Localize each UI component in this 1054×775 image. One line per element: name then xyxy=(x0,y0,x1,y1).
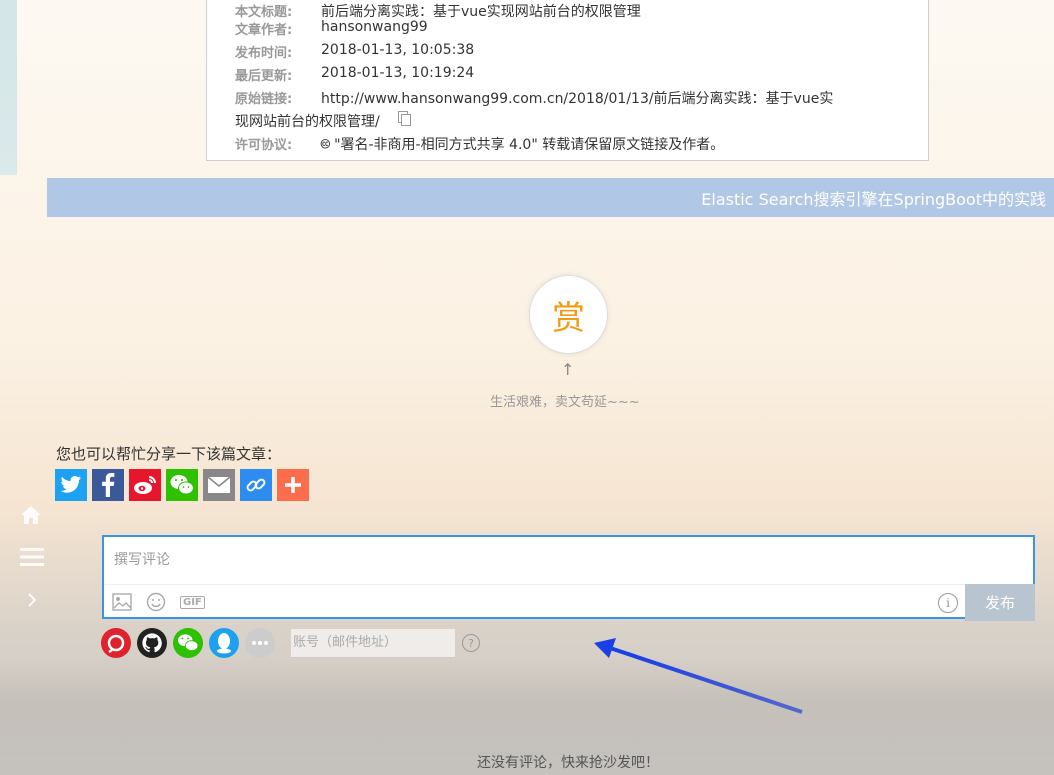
share-twitter-button[interactable] xyxy=(55,469,87,501)
account-input[interactable] xyxy=(291,628,455,658)
next-post-link[interactable]: Elastic Search搜索引擎在SpringBoot中的实践 xyxy=(47,178,1054,217)
help-icon[interactable]: ? xyxy=(462,634,480,652)
share-more-button[interactable] xyxy=(277,469,309,501)
license-value: hansonwang99 xyxy=(321,19,428,35)
wechat-icon xyxy=(170,475,194,495)
weibo-icon xyxy=(134,476,156,494)
license-key: 本文标题: xyxy=(235,5,293,20)
menu-icon[interactable] xyxy=(20,547,44,571)
license-key: 许可协议: xyxy=(235,138,293,153)
license-published-row: 发布时间: 2018-01-13, 10:05:38 xyxy=(235,42,474,61)
next-post-label: Elastic Search搜索引擎在SpringBoot中的实践 xyxy=(701,189,1046,209)
plus-icon xyxy=(285,477,301,493)
license-author-row: 文章作者: hansonwang99 xyxy=(235,19,428,38)
chevron-right-icon[interactable] xyxy=(27,592,37,612)
info-icon[interactable]: i xyxy=(938,593,958,613)
copy-icon[interactable] xyxy=(397,111,411,126)
license-value: 前后端分离实践：基于vue实现网站前台的权限管理 xyxy=(321,4,641,20)
license-license-row: 许可协议: 🅭 "署名-非商用-相同方式共享 4.0" 转载请保留原文链接及作者… xyxy=(235,134,724,154)
comment-box: GIF i 发布 xyxy=(102,535,1035,621)
license-value: 2018-01-13, 10:05:38 xyxy=(321,42,475,58)
github-login-icon[interactable] xyxy=(137,628,167,658)
share-facebook-button[interactable] xyxy=(92,469,124,501)
comment-input[interactable] xyxy=(104,537,1033,583)
email-icon xyxy=(207,476,231,493)
original-link[interactable]: http://www.hansonwang99.com.cn/2018/01/1… xyxy=(321,88,833,108)
link-icon xyxy=(246,478,266,492)
facebook-icon xyxy=(102,473,115,497)
share-link-button[interactable] xyxy=(240,469,272,501)
share-buttons xyxy=(55,469,309,501)
wechat-login-icon[interactable] xyxy=(173,628,203,658)
reward-label: 赏 xyxy=(552,297,585,337)
qq-login-icon[interactable] xyxy=(209,628,239,658)
emoji-icon[interactable] xyxy=(146,592,166,612)
share-email-button[interactable] xyxy=(203,469,235,501)
original-link-continued[interactable]: 现网站前台的权限管理/ xyxy=(235,111,380,131)
license-key: 原始链接: xyxy=(235,92,293,107)
license-key: 文章作者: xyxy=(235,23,293,38)
more-login-icon[interactable] xyxy=(245,628,275,658)
share-title: 您也可以帮忙分享一下该篇文章： xyxy=(56,445,282,463)
reward-caption: 生活艰难，卖文苟延~~~ xyxy=(490,395,640,410)
left-edge-strip xyxy=(0,0,17,175)
image-icon[interactable] xyxy=(112,593,132,611)
publish-button[interactable]: 发布 xyxy=(965,584,1035,621)
share-wechat-button[interactable] xyxy=(166,469,198,501)
license-title-row: 本文标题: 前后端分离实践：基于vue实现网站前台的权限管理 xyxy=(235,1,641,21)
license-box: 本文标题: 前后端分离实践：基于vue实现网站前台的权限管理 文章作者: han… xyxy=(206,0,929,161)
comment-toolbar: GIF xyxy=(104,584,966,619)
license-updated-row: 最后更新: 2018-01-13, 10:19:24 xyxy=(235,65,474,84)
license-value: 2018-01-13, 10:19:24 xyxy=(321,65,475,81)
douban-login-icon[interactable] xyxy=(101,628,131,658)
login-row: ? xyxy=(101,628,480,658)
up-arrow-icon: ↑ xyxy=(561,360,575,379)
license-key: 最后更新: xyxy=(235,69,293,84)
license-link-row-continued: 现网站前台的权限管理/ xyxy=(235,111,411,131)
share-weibo-button[interactable] xyxy=(129,469,161,501)
twitter-icon xyxy=(60,476,82,493)
gif-icon[interactable]: GIF xyxy=(180,595,205,609)
empty-comments-message: 还没有评论，快来抢沙发吧！ xyxy=(477,755,659,771)
license-value: 🅭 "署名-非商用-相同方式共享 4.0" 转载请保留原文链接及作者。 xyxy=(321,137,725,153)
license-key: 发布时间: xyxy=(235,46,293,61)
reward-button[interactable]: 赏 xyxy=(529,275,608,354)
home-icon[interactable] xyxy=(20,505,42,529)
license-link-row: 原始链接: http://www.hansonwang99.com.cn/201… xyxy=(235,88,833,108)
